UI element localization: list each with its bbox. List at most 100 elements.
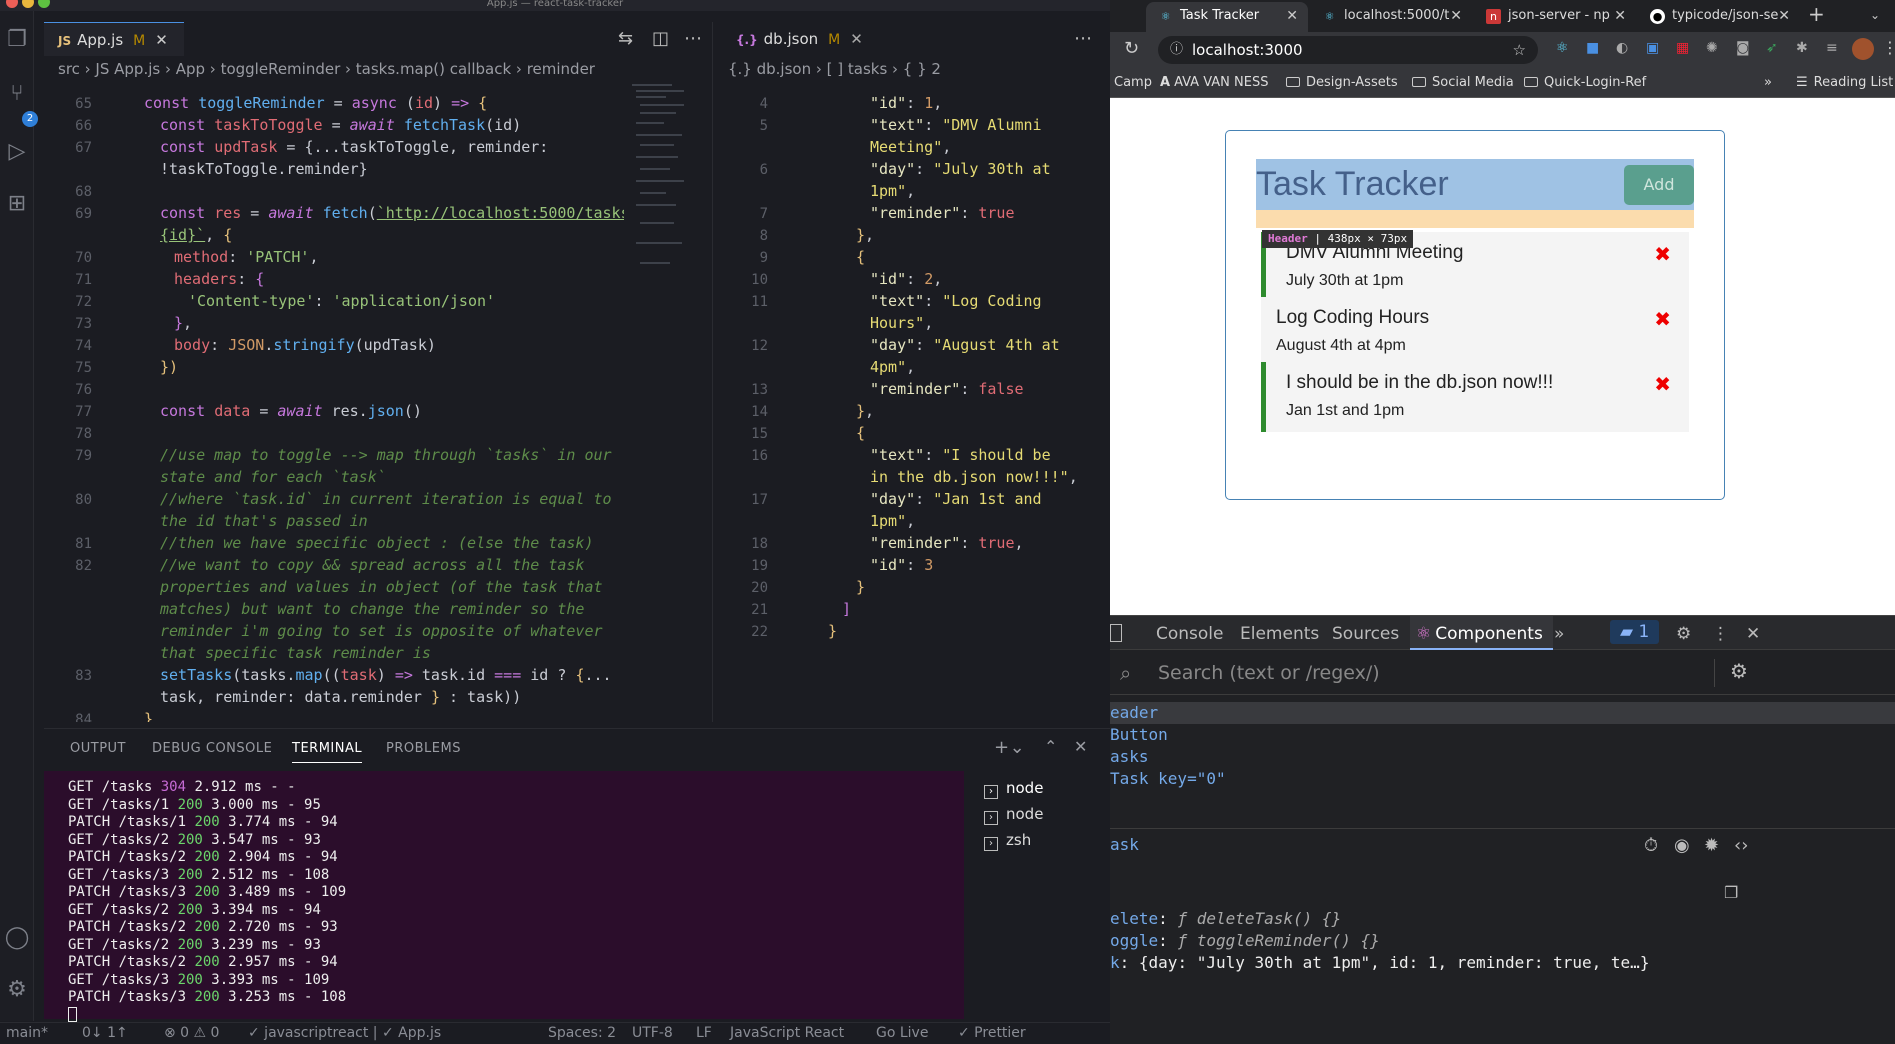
delete-task-icon[interactable]: ✖: [1654, 242, 1671, 266]
tab-app-js[interactable]: JS App.js M ✕: [44, 22, 184, 56]
close-panel-icon[interactable]: ✕: [1074, 737, 1088, 756]
tab-debug-console[interactable]: DEBUG CONSOLE: [152, 741, 272, 756]
browser-tab[interactable]: ⚛ Task Tracker ✕: [1146, 2, 1308, 32]
language-status[interactable]: JavaScript React: [730, 1025, 844, 1041]
terminal-item[interactable]: › node: [984, 779, 1043, 799]
extension-icon[interactable]: ▣: [1646, 40, 1659, 56]
new-tab-icon[interactable]: +: [1808, 2, 1825, 26]
editor-db-json[interactable]: 4 5 6 7 8 9 10 11 12 13 14 15 16 17 18 1…: [720, 92, 1110, 722]
react-devtools-extension-icon[interactable]: ⚛: [1556, 40, 1569, 56]
account-icon[interactable]: ◯: [4, 925, 30, 951]
tree-row[interactable]: eader: [1110, 702, 1895, 724]
extension-icon[interactable]: ▦: [1676, 40, 1689, 56]
tab-output[interactable]: OUTPUT: [70, 741, 126, 756]
tree-row[interactable]: Task key="0": [1110, 768, 1895, 790]
extensions-puzzle-icon[interactable]: ✱: [1796, 40, 1808, 56]
editor-app-js[interactable]: 65 66 67 68 69 70 71 72 73 74 75 76 77 7…: [44, 92, 624, 722]
reload-icon[interactable]: ↻: [1124, 38, 1139, 59]
more-bookmarks-icon[interactable]: »: [1764, 75, 1772, 90]
bookmark-item[interactable]: A AVA VAN NESS: [1160, 75, 1268, 90]
eol-status[interactable]: LF: [696, 1025, 712, 1041]
maximize-panel-icon[interactable]: ⌃: [1044, 737, 1058, 756]
extensions-icon[interactable]: ⊞: [4, 191, 30, 217]
settings-gear-icon[interactable]: ⚙: [1730, 659, 1748, 683]
close-tab-icon[interactable]: ✕: [1614, 2, 1626, 30]
bookmark-folder[interactable]: Design-Assets: [1286, 75, 1398, 90]
tab-sources[interactable]: Sources: [1332, 624, 1399, 644]
reading-list[interactable]: ☰ Reading List: [1796, 75, 1893, 90]
address-bar[interactable]: ⓘ localhost:3000 ☆: [1158, 36, 1538, 64]
settings-gear-icon[interactable]: ⚙: [1676, 624, 1691, 644]
branch-status[interactable]: main*: [6, 1025, 48, 1041]
delete-task-icon[interactable]: ✖: [1654, 307, 1671, 331]
sync-status[interactable]: 0↓ 1↑: [82, 1025, 128, 1041]
tab-search-icon[interactable]: ⌄: [1870, 8, 1880, 22]
terminal-output[interactable]: GET /tasks 304 2.912 ms - - GET /tasks/1 …: [44, 771, 964, 1022]
more-actions-icon[interactable]: ⋯: [1074, 28, 1092, 49]
golive-status[interactable]: Go Live: [876, 1025, 928, 1041]
bug-icon[interactable]: ✹: [1704, 835, 1719, 856]
search-input[interactable]: Search (text or /regex/): [1158, 662, 1380, 684]
breadcrumb-left[interactable]: src › JS App.js › App › toggleReminder ›…: [58, 60, 698, 82]
task-item[interactable]: I should be in the db.json now!!! Jan 1s…: [1261, 362, 1689, 432]
zoom-extension-icon[interactable]: ■: [1586, 40, 1599, 56]
close-tab-icon[interactable]: ✕: [1286, 2, 1298, 30]
encoding-status[interactable]: UTF-8: [632, 1025, 673, 1041]
more-tabs-icon[interactable]: »: [1554, 624, 1564, 644]
minimap[interactable]: [632, 82, 692, 322]
camera-extension-icon[interactable]: ◙: [1736, 40, 1750, 56]
settings-gear-icon[interactable]: ⚙: [4, 977, 30, 1003]
media-icon[interactable]: ≡: [1826, 40, 1838, 56]
browser-tab[interactable]: ⚛ localhost:5000/t ✕: [1310, 2, 1472, 32]
task-item[interactable]: Log Coding Hours August 4th at 4pm ✖: [1261, 297, 1689, 367]
close-tab-icon[interactable]: ✕: [850, 30, 863, 48]
tab-console[interactable]: Console: [1156, 624, 1224, 644]
tree-row[interactable]: asks: [1110, 746, 1895, 768]
extension-icon[interactable]: ➶: [1766, 40, 1778, 56]
compare-changes-icon[interactable]: ⇆: [618, 28, 633, 49]
explorer-icon[interactable]: ❐: [4, 27, 30, 53]
tab-terminal[interactable]: TERMINAL: [292, 741, 363, 763]
breadcrumb-right[interactable]: {.} db.json › [ ] tasks › { } 2: [728, 60, 1098, 82]
eye-icon[interactable]: ◉: [1674, 835, 1690, 856]
terminal-item[interactable]: › zsh: [984, 831, 1031, 851]
close-tab-icon[interactable]: ✕: [155, 31, 168, 49]
tree-row[interactable]: Button: [1110, 724, 1895, 746]
more-options-icon[interactable]: ⋮: [1712, 624, 1729, 644]
prop-row[interactable]: elete: ƒ deleteTask() {}: [1110, 909, 1341, 928]
tab-db-json[interactable]: {.} db.json M ✕: [722, 22, 892, 56]
new-terminal-icon[interactable]: +⌄: [994, 737, 1025, 758]
run-debug-icon[interactable]: ▷: [4, 139, 30, 165]
prop-row[interactable]: oggle: ƒ toggleReminder() {}: [1110, 931, 1380, 950]
close-tab-icon[interactable]: ✕: [1450, 2, 1462, 30]
add-button[interactable]: Add: [1624, 165, 1694, 205]
timer-icon[interactable]: ⏱: [1644, 835, 1658, 856]
terminal-item[interactable]: › node: [984, 805, 1043, 825]
bookmark-folder[interactable]: Social Media: [1412, 75, 1514, 90]
eslint-status[interactable]: ✓ javascriptreact | ✓ App.js: [248, 1025, 441, 1041]
tab-elements[interactable]: Elements: [1240, 624, 1319, 644]
close-window-button[interactable]: [6, 0, 18, 8]
issues-badge[interactable]: ▰ 1: [1610, 620, 1660, 644]
extension-icon[interactable]: ✺: [1706, 40, 1718, 56]
tab-problems[interactable]: PROBLEMS: [386, 741, 461, 756]
split-editor-icon[interactable]: ◫: [652, 28, 669, 49]
delete-task-icon[interactable]: ✖: [1654, 372, 1671, 396]
editor-split-divider[interactable]: [712, 22, 713, 722]
chrome-menu-icon[interactable]: ⋮: [1882, 38, 1895, 57]
tab-components[interactable]: ⚛ Components: [1410, 616, 1553, 650]
close-tab-icon[interactable]: ✕: [1778, 2, 1790, 30]
bookmark-star-icon[interactable]: ☆: [1513, 36, 1526, 64]
view-source-icon[interactable]: ‹›: [1734, 835, 1748, 856]
browser-tab[interactable]: ● typicode/json-se ✕: [1638, 2, 1800, 32]
bookmark-folder[interactable]: Quick-Login-Ref: [1524, 75, 1646, 90]
more-actions-icon[interactable]: ⋯: [684, 28, 702, 49]
prop-row[interactable]: k: {day: "July 30th at 1pm", id: 1, remi…: [1110, 953, 1649, 972]
source-control-icon[interactable]: ⑂: [4, 81, 30, 107]
close-devtools-icon[interactable]: ✕: [1746, 624, 1760, 644]
prettier-status[interactable]: ✓ Prettier: [958, 1025, 1026, 1041]
inspect-box-icon[interactable]: [1110, 624, 1122, 642]
maximize-window-button[interactable]: [38, 0, 50, 8]
copy-icon[interactable]: ❐: [1724, 883, 1738, 902]
problems-status[interactable]: ⊗ 0 ⚠ 0: [164, 1025, 219, 1041]
